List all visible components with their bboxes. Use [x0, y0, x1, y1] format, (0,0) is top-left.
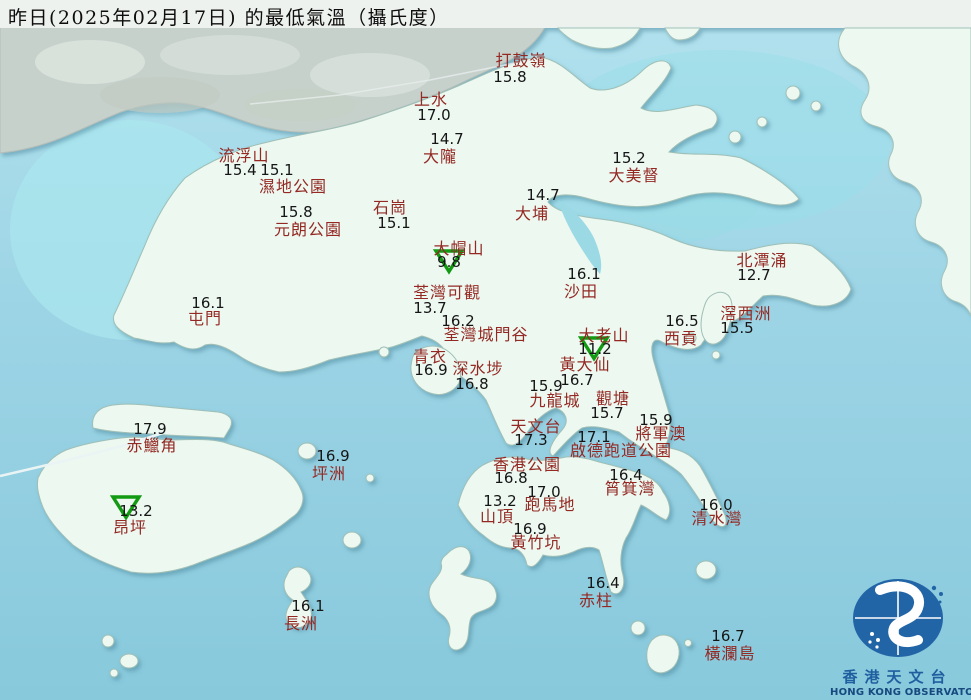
station-name: 大隴 — [422, 147, 458, 166]
station-name: 大老山 — [578, 326, 630, 345]
hko-logo: 香港天文台 HONG KONG OBSERVATORY — [830, 576, 971, 698]
map-title: 昨日(2025年02月17日) 的最低氣溫（攝氏度） — [8, 7, 450, 29]
station-name: 上水 — [413, 90, 449, 109]
station-name: 打鼓嶺 — [495, 51, 547, 70]
station-name: 西貢 — [663, 329, 699, 348]
station-name: 長洲 — [283, 614, 319, 633]
station-name: 清水灣 — [691, 509, 743, 528]
station-name: 北潭涌 — [736, 251, 788, 270]
station-name: 天文台 — [510, 417, 562, 436]
station-name: 深水埗 — [452, 359, 504, 378]
station-name: 山頂 — [479, 507, 515, 526]
station-name: 坪洲 — [311, 464, 347, 483]
station-name: 青衣 — [412, 347, 448, 366]
weather-map-screen: 昨日(2025年02月17日) 的最低氣溫（攝氏度） 15.8 打鼓嶺 17.0 上水… — [0, 0, 971, 700]
station-name: 大帽山 — [433, 239, 485, 258]
station-name: 赤柱 — [578, 591, 614, 610]
station-name: 濕地公園 — [258, 177, 328, 196]
station-name: 屯門 — [187, 309, 223, 328]
station-name: 觀塘 — [595, 389, 631, 408]
station-name: 跑馬地 — [524, 495, 576, 514]
station-name: 昂坪 — [112, 518, 148, 537]
station-name: 九龍城 — [529, 391, 581, 410]
station-name: 黃竹坑 — [510, 533, 562, 552]
stations-layer: 15.8 打鼓嶺 17.0 上水 14.7 大隴 15.4 流浮山 15.1 濕地公園 15.8 元朗… — [0, 0, 971, 700]
station-name: 大埔 — [514, 204, 550, 223]
station-name: 荃灣可觀 — [412, 283, 482, 302]
station-name: 橫瀾島 — [704, 644, 756, 663]
hko-logo-cn-text: 香港天文台 — [842, 668, 953, 686]
station-name: 大美督 — [608, 166, 660, 185]
station-name: 石崗 — [372, 198, 408, 217]
station-name: 香港公園 — [492, 455, 562, 474]
station-name: 黃大仙 — [559, 355, 611, 374]
station-name: 元朗公園 — [273, 220, 343, 239]
station-name: 荃灣城門谷 — [443, 325, 529, 344]
station-name: 滘西洲 — [720, 304, 772, 323]
station-name: 沙田 — [563, 282, 599, 301]
station-name: 赤鱲角 — [126, 436, 178, 455]
station-name: 筲箕灣 — [604, 479, 656, 498]
station-name: 啟德跑道公園 — [569, 441, 673, 460]
hko-logo-en-text: HONG KONG OBSERVATORY — [830, 687, 971, 698]
hko-logo-icon — [852, 579, 943, 657]
